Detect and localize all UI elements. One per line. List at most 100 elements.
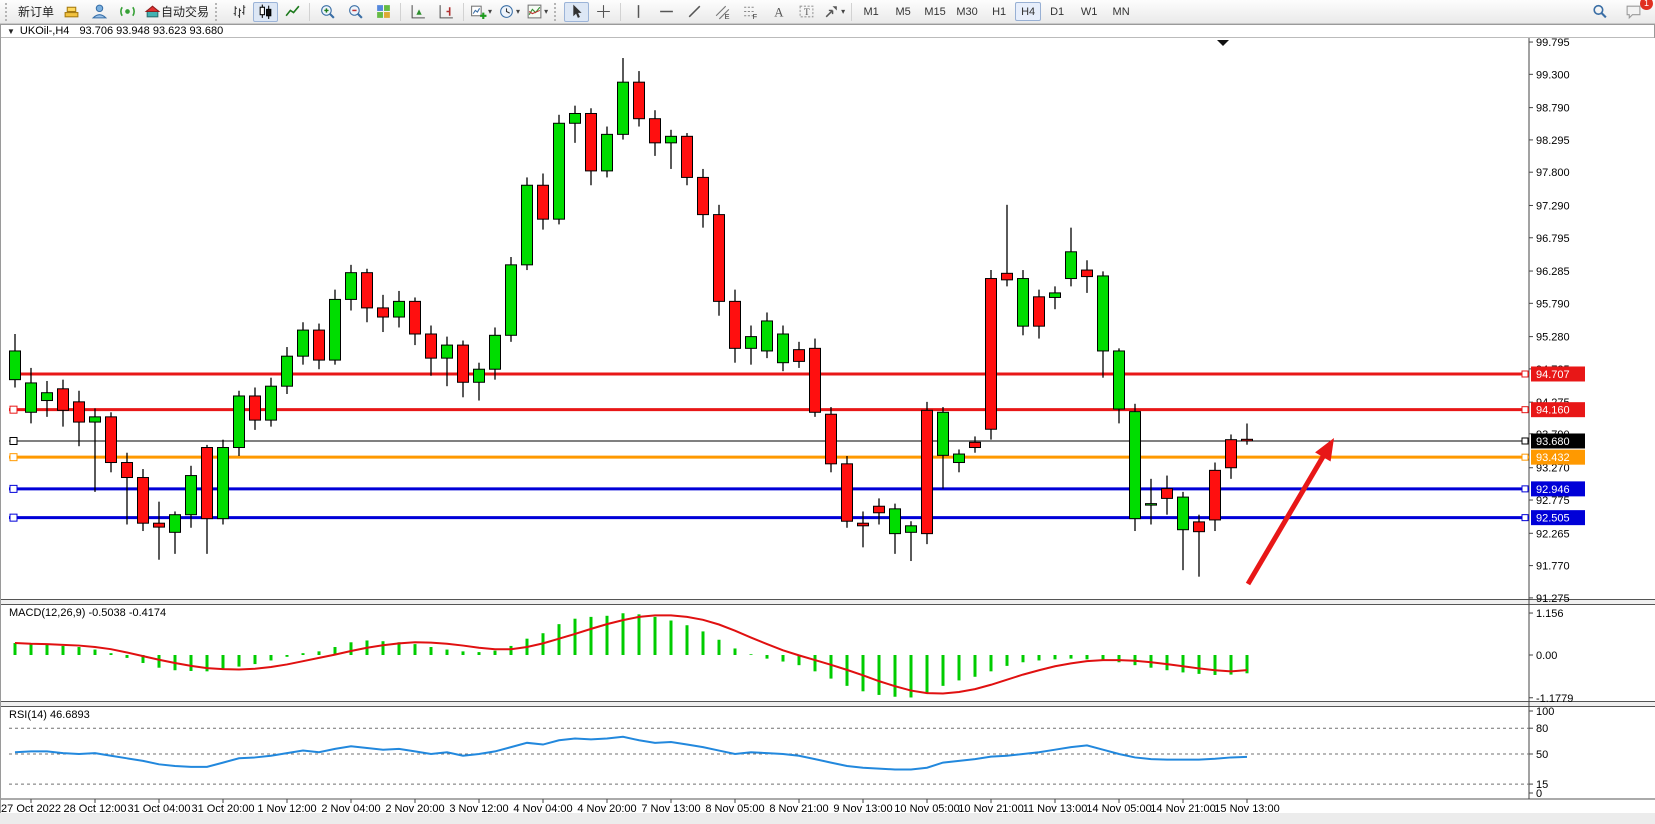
level-handle[interactable] <box>10 514 17 521</box>
candle-body[interactable] <box>1146 504 1157 506</box>
candle-body[interactable] <box>58 389 69 411</box>
level-axis-handle[interactable] <box>1522 407 1528 413</box>
level-handle[interactable] <box>10 437 17 444</box>
candle-body[interactable] <box>298 330 309 356</box>
level-axis-handle[interactable] <box>1522 438 1528 444</box>
candle-body[interactable] <box>650 119 661 143</box>
bars-chart-icon[interactable] <box>225 2 253 22</box>
candle-body[interactable] <box>362 273 373 308</box>
candle-body[interactable] <box>218 448 229 519</box>
candle-body[interactable] <box>410 301 421 334</box>
candle-body[interactable] <box>714 215 725 302</box>
tab-timeframe-M30[interactable]: M30 <box>951 2 983 21</box>
candle-body[interactable] <box>378 308 389 317</box>
tab-timeframe-M1[interactable]: M1 <box>855 2 887 21</box>
auto-scroll-icon[interactable] <box>404 2 432 22</box>
candle-body[interactable] <box>1210 470 1221 520</box>
candle-body[interactable] <box>762 321 773 351</box>
chat-icon[interactable]: 1 <box>1619 2 1647 22</box>
candle-body[interactable] <box>730 301 741 348</box>
candle-body[interactable] <box>842 464 853 521</box>
candlestick-chart[interactable]: 99.79599.30098.79098.29597.80097.29096.7… <box>1 38 1655 824</box>
candle-body[interactable] <box>282 356 293 386</box>
fibo-icon[interactable]: F <box>736 2 764 22</box>
candle-body[interactable] <box>1066 252 1077 279</box>
candle-body[interactable] <box>586 113 597 170</box>
autotrade-button[interactable]: 自动交易 <box>141 2 212 22</box>
candle-body[interactable] <box>890 509 901 534</box>
candle-body[interactable] <box>826 414 837 464</box>
candle-body[interactable] <box>330 299 341 360</box>
candle-body[interactable] <box>618 82 629 134</box>
candle-body[interactable] <box>570 113 581 123</box>
candle-body[interactable] <box>1162 489 1173 499</box>
tab-timeframe-H1[interactable]: H1 <box>983 2 1015 21</box>
candle-body[interactable] <box>474 369 485 382</box>
candle-body[interactable] <box>186 476 197 515</box>
candle-body[interactable] <box>170 515 181 533</box>
new-order-button[interactable]: 新订单 <box>15 2 57 22</box>
pane-splitter[interactable] <box>1 600 1655 605</box>
new-chart-icon[interactable]: ▾ <box>467 2 495 22</box>
candle-body[interactable] <box>26 383 37 412</box>
tile-windows-icon[interactable] <box>369 2 397 22</box>
arrows-icon[interactable]: ▾ <box>820 2 848 22</box>
line-chart-icon[interactable] <box>278 2 306 22</box>
candle-body[interactable] <box>42 393 53 401</box>
crosshair-icon[interactable] <box>589 2 617 22</box>
candle-body[interactable] <box>266 386 277 420</box>
level-handle[interactable] <box>10 485 17 492</box>
candle-body[interactable] <box>490 335 501 369</box>
candle-body[interactable] <box>538 185 549 219</box>
candles-icon[interactable] <box>253 2 278 22</box>
signal-icon[interactable] <box>113 2 141 22</box>
candle-body[interactable] <box>122 463 133 478</box>
candle-body[interactable] <box>602 134 613 171</box>
candle-body[interactable] <box>522 185 533 265</box>
candle-body[interactable] <box>1194 522 1205 532</box>
community-icon[interactable] <box>85 2 113 22</box>
candle-body[interactable] <box>810 348 821 412</box>
tab-timeframe-M5[interactable]: M5 <box>887 2 919 21</box>
candle-body[interactable] <box>986 279 997 430</box>
candle-body[interactable] <box>106 417 117 463</box>
candle-body[interactable] <box>442 345 453 358</box>
period-icon[interactable]: ▾ <box>495 2 523 22</box>
candle-body[interactable] <box>10 351 21 380</box>
candle-body[interactable] <box>938 412 949 455</box>
candle-body[interactable] <box>922 410 933 533</box>
chart-shift-icon[interactable] <box>432 2 460 22</box>
candle-body[interactable] <box>778 334 789 363</box>
candle-body[interactable] <box>1018 279 1029 327</box>
candle-body[interactable] <box>858 523 869 526</box>
chart-titlebar[interactable]: ▼ UKOil-,H4 93.706 93.948 93.623 93.680 <box>1 25 1654 38</box>
candle-body[interactable] <box>314 330 325 360</box>
candle-body[interactable] <box>794 350 805 362</box>
zoom-in-icon[interactable] <box>313 2 341 22</box>
candle-body[interactable] <box>346 273 357 300</box>
level-handle[interactable] <box>10 406 17 413</box>
cursor-icon[interactable] <box>564 2 589 22</box>
candle-body[interactable] <box>666 136 677 143</box>
candle-body[interactable] <box>954 454 965 462</box>
template-icon[interactable]: ▾ <box>523 2 551 22</box>
search-icon[interactable] <box>1585 2 1613 22</box>
candle-body[interactable] <box>1098 276 1109 351</box>
tab-timeframe-MN[interactable]: MN <box>1105 2 1137 21</box>
candle-body[interactable] <box>746 337 757 349</box>
zoom-out-icon[interactable] <box>341 2 369 22</box>
candle-body[interactable] <box>1114 351 1125 409</box>
candle-body[interactable] <box>154 523 165 527</box>
candle-body[interactable] <box>1226 440 1237 468</box>
candle-body[interactable] <box>1130 412 1141 519</box>
candle-body[interactable] <box>506 265 517 335</box>
hline-icon[interactable] <box>652 2 680 22</box>
candle-body[interactable] <box>554 123 565 219</box>
level-handle[interactable] <box>10 454 17 461</box>
tab-timeframe-M15[interactable]: M15 <box>919 2 951 21</box>
candle-body[interactable] <box>970 442 981 447</box>
candle-body[interactable] <box>1002 273 1013 280</box>
pane-splitter[interactable] <box>1 702 1655 707</box>
candle-body[interactable] <box>1050 293 1061 298</box>
candle-body[interactable] <box>634 82 645 119</box>
